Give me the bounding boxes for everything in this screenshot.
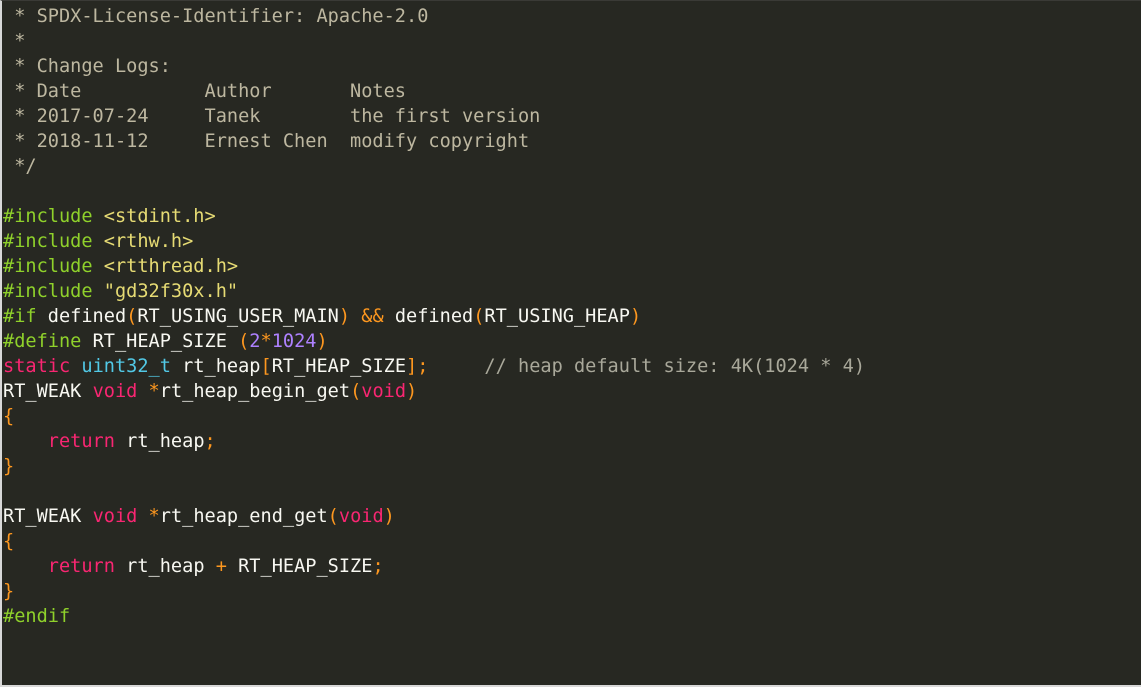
code-token: <rtthread.h> (103, 256, 239, 277)
code-token: * (148, 506, 160, 527)
code-token: * SPDX-License-Identifier: Apache-2.0 (3, 6, 429, 27)
code-token: void (92, 506, 149, 527)
code-token: ( (327, 506, 339, 527)
code-token: ) (316, 331, 328, 352)
code-line[interactable]: { (3, 404, 865, 429)
code-line[interactable]: RT_WEAK void *rt_heap_begin_get(void) (3, 379, 865, 404)
code-token: rt_heap (126, 431, 205, 452)
code-line[interactable]: * (3, 29, 865, 54)
code-line[interactable]: * 2017-07-24 Tanek the first version (3, 104, 865, 129)
code-token: return (47, 431, 127, 452)
code-token: ( (473, 306, 485, 327)
code-token: <rthw.h> (103, 231, 194, 252)
code-token: defined (383, 306, 474, 327)
code-token: ; (372, 556, 384, 577)
code-token: RT_USING_HEAP (484, 306, 630, 327)
code-token: * (3, 31, 26, 52)
code-token: } (3, 456, 15, 477)
code-token: #if (3, 306, 48, 327)
code-editor[interactable]: * SPDX-License-Identifier: Apache-2.0 * … (3, 4, 865, 629)
code-line[interactable]: #define RT_HEAP_SIZE (2*1024) (3, 329, 865, 354)
code-token: rt_heap_begin_get (159, 381, 351, 402)
code-token: * 2018-11-12 Ernest Chen modify copyrigh… (3, 131, 530, 152)
code-token: ( (126, 306, 138, 327)
code-line[interactable]: #endif (3, 604, 865, 629)
code-line[interactable]: #include "gd32f30x.h" (3, 279, 865, 304)
code-token: * 2017-07-24 Tanek the first version (3, 106, 541, 127)
code-token: ) (338, 306, 351, 327)
code-token: ) (406, 381, 418, 402)
code-token: 1024 (271, 331, 317, 352)
code-token: RT_HEAP_SIZE (271, 356, 407, 377)
code-token: ) (629, 306, 642, 327)
code-token: { (3, 531, 15, 552)
code-token: RT_WEAK (3, 506, 93, 527)
code-token: ) (383, 506, 395, 527)
code-token: void (92, 381, 149, 402)
code-token: rt_heap_end_get (159, 506, 328, 527)
code-line[interactable]: return rt_heap + RT_HEAP_SIZE; (3, 554, 865, 579)
code-token: rt_heap (182, 356, 261, 377)
code-token: void (361, 381, 407, 402)
code-token: ]; (406, 356, 429, 377)
code-token: RT_HEAP_SIZE (92, 331, 239, 352)
code-token: * Date Author Notes (3, 81, 406, 102)
code-token: #include (3, 231, 104, 252)
code-line[interactable]: #include <rtthread.h> (3, 254, 865, 279)
code-line[interactable]: return rt_heap; (3, 429, 865, 454)
code-line[interactable]: * Date Author Notes (3, 79, 865, 104)
code-line[interactable]: * SPDX-License-Identifier: Apache-2.0 (3, 4, 865, 29)
code-token: return (47, 556, 127, 577)
code-token: #include (3, 256, 104, 277)
code-token: RT_WEAK (3, 381, 93, 402)
code-token: #include (3, 206, 104, 227)
code-token: && (361, 306, 384, 327)
code-line[interactable]: } (3, 579, 865, 604)
code-token: { (3, 406, 15, 427)
code-token: ( (350, 381, 362, 402)
code-line[interactable]: #if defined(RT_USING_USER_MAIN) && defin… (3, 304, 865, 329)
code-line[interactable] (3, 179, 865, 204)
code-token: #endif (3, 606, 71, 627)
code-line[interactable]: } (3, 454, 865, 479)
code-token: 2 (249, 331, 261, 352)
code-token: uint32_t (81, 356, 183, 377)
code-token: ; (204, 431, 216, 452)
code-line[interactable]: static uint32_t rt_heap[RT_HEAP_SIZE]; /… (3, 354, 865, 379)
code-token: <stdint.h> (103, 206, 216, 227)
code-token: * (260, 331, 272, 352)
code-token: * (148, 381, 160, 402)
code-token: #define (3, 331, 93, 352)
code-line[interactable]: #include <rthw.h> (3, 229, 865, 254)
code-token: } (3, 581, 15, 602)
code-token: RT_USING_USER_MAIN (137, 306, 339, 327)
code-token: defined (47, 306, 127, 327)
code-token: // heap default size: 4K(1024 * 4) (484, 356, 866, 377)
code-token: */ (3, 156, 37, 177)
code-token: * Change Logs: (3, 56, 171, 77)
code-token: + (215, 556, 227, 577)
code-line[interactable]: */ (3, 154, 865, 179)
code-line[interactable]: #include <stdint.h> (3, 204, 865, 229)
code-line[interactable]: * 2018-11-12 Ernest Chen modify copyrigh… (3, 129, 865, 154)
code-token: [ (260, 356, 272, 377)
code-token: RT_HEAP_SIZE (226, 556, 373, 577)
code-line[interactable]: { (3, 529, 865, 554)
code-token: rt_heap (126, 556, 216, 577)
code-token: static (3, 356, 82, 377)
code-line[interactable]: RT_WEAK void *rt_heap_end_get(void) (3, 504, 865, 529)
code-token: void (338, 506, 384, 527)
code-token: "gd32f30x.h" (103, 281, 239, 302)
code-token: ( (238, 331, 250, 352)
code-line[interactable] (3, 479, 865, 504)
code-line[interactable]: * Change Logs: (3, 54, 865, 79)
code-token: #include (3, 281, 104, 302)
